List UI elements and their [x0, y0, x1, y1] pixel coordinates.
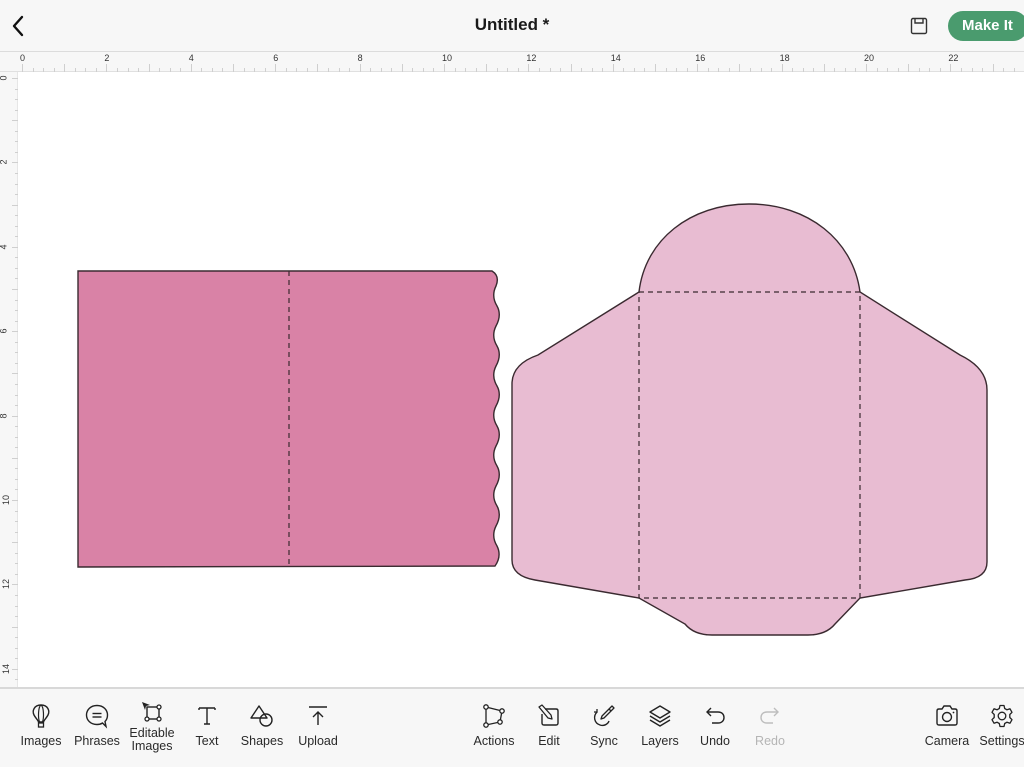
ruler-tick: [401, 64, 403, 72]
undo-label: Undo: [700, 734, 730, 748]
ruler-label: 8: [0, 413, 9, 418]
ruler-tick: [950, 64, 952, 72]
ruler-tick: [148, 64, 150, 72]
ruler-label: 18: [779, 53, 790, 63]
sync-label: Sync: [590, 734, 618, 748]
edit-icon: [538, 704, 559, 726]
ruler-label: 22: [948, 53, 959, 63]
ruler-tick: [908, 64, 910, 72]
ruler-label: 0: [0, 75, 9, 80]
ruler-tick: [866, 64, 867, 72]
ruler-tick: [570, 64, 572, 72]
ruler-tick: [64, 64, 66, 72]
sync-button[interactable]: Sync: [574, 703, 634, 748]
shapes-button[interactable]: Shapes: [232, 703, 292, 748]
ruler-tick: [655, 64, 656, 72]
sync-color-icon: [593, 705, 615, 727]
ruler-label: 12: [526, 53, 537, 63]
ruler-tick: [823, 64, 825, 72]
upload-label: Upload: [298, 734, 338, 748]
edit-label: Edit: [538, 734, 560, 748]
images-label: Images: [20, 734, 62, 748]
actions-label: Actions: [473, 734, 515, 748]
envelope-shape[interactable]: [511, 203, 988, 636]
shapes-label: Shapes: [240, 734, 284, 748]
ruler-tick: [275, 64, 277, 72]
ruler-tick: [992, 64, 994, 72]
images-button[interactable]: Images: [11, 703, 71, 748]
editable-images-button[interactable]: Editable Images: [122, 699, 182, 753]
ruler-tick: [612, 64, 614, 72]
redo-icon: [760, 707, 779, 724]
phrases-label: Phrases: [74, 734, 120, 748]
redo-label: Redo: [755, 734, 785, 748]
ruler-label: 10: [442, 53, 453, 63]
editable-images-icon: [142, 702, 162, 722]
ruler-label: 14: [1, 663, 12, 674]
ruler-label: 4: [188, 53, 194, 63]
canvas-drawing: [77, 203, 988, 636]
upload-icon: [309, 706, 327, 725]
ruler-label: 20: [864, 53, 875, 63]
text-label: Text: [195, 734, 219, 748]
ruler-tick: [781, 64, 783, 72]
edit-button[interactable]: Edit: [519, 703, 579, 748]
layers-icon: [649, 705, 671, 727]
ruler-label: 2: [104, 53, 110, 63]
ruler-tick: [444, 64, 445, 72]
camera-icon: [936, 705, 958, 726]
ruler-tick: [22, 64, 23, 72]
redo-button[interactable]: Redo: [740, 703, 800, 748]
camera-button[interactable]: Camera: [917, 703, 977, 748]
layers-label: Layers: [641, 734, 679, 748]
ruler-label: 12: [1, 579, 12, 590]
upload-button[interactable]: Upload: [288, 703, 348, 748]
shapes-icon: [250, 705, 273, 727]
ruler-label: 2: [0, 160, 9, 165]
design-canvas[interactable]: [18, 72, 1024, 687]
ruler-label: 0: [20, 53, 26, 63]
text-button[interactable]: Text: [177, 703, 237, 748]
actions-button[interactable]: Actions: [464, 703, 524, 748]
ruler-tick: [739, 64, 741, 72]
ruler-tick: [528, 64, 530, 72]
ruler-label: 6: [273, 53, 279, 63]
camera-label: Camera: [924, 734, 970, 748]
text-icon: [198, 707, 216, 725]
ruler-tick: [486, 64, 488, 72]
undo-button[interactable]: Undo: [685, 703, 745, 748]
ruler-label: 6: [0, 329, 9, 334]
save-icon[interactable]: [909, 16, 929, 36]
ruler-label: 8: [357, 53, 363, 63]
ruler-label: 14: [610, 53, 621, 63]
actions-icon: [483, 704, 505, 728]
settings-label: Settings: [979, 734, 1024, 748]
ruler-tick: [359, 64, 361, 72]
ruler-tick: [106, 64, 108, 72]
settings-button[interactable]: Settings: [972, 703, 1024, 748]
page-title: Untitled *: [474, 15, 550, 34]
ruler-label: 16: [695, 53, 706, 63]
hot-air-balloon-icon: [32, 704, 50, 728]
horizontal-ruler: 0 2 4 6 8 10 12 14 16 18 20 22: [0, 52, 1024, 72]
chevron-left-icon[interactable]: [8, 12, 28, 40]
layers-button[interactable]: Layers: [630, 703, 690, 748]
make-it-button[interactable]: Make It: [948, 11, 1024, 41]
ruler-label: 10: [1, 494, 12, 506]
undo-icon: [706, 707, 725, 724]
phrases-button[interactable]: Phrases: [67, 703, 127, 748]
top-bar: Untitled * Make It: [0, 0, 1024, 52]
editable-images-label: Editable Images: [129, 726, 175, 753]
speech-bubble-icon: [85, 704, 109, 729]
ruler-tick: [317, 64, 319, 72]
ruler-label: 4: [0, 244, 9, 249]
ruler-tick: [697, 64, 699, 72]
ruler-tick: [233, 64, 234, 72]
ruler-tick: [190, 64, 192, 72]
vertical-ruler: 0 2 4 6 8 10 12 14: [0, 72, 18, 687]
bottom-toolbar: Images Phrases Editable Images Text Shap…: [0, 687, 1024, 767]
gear-icon: [991, 704, 1013, 728]
